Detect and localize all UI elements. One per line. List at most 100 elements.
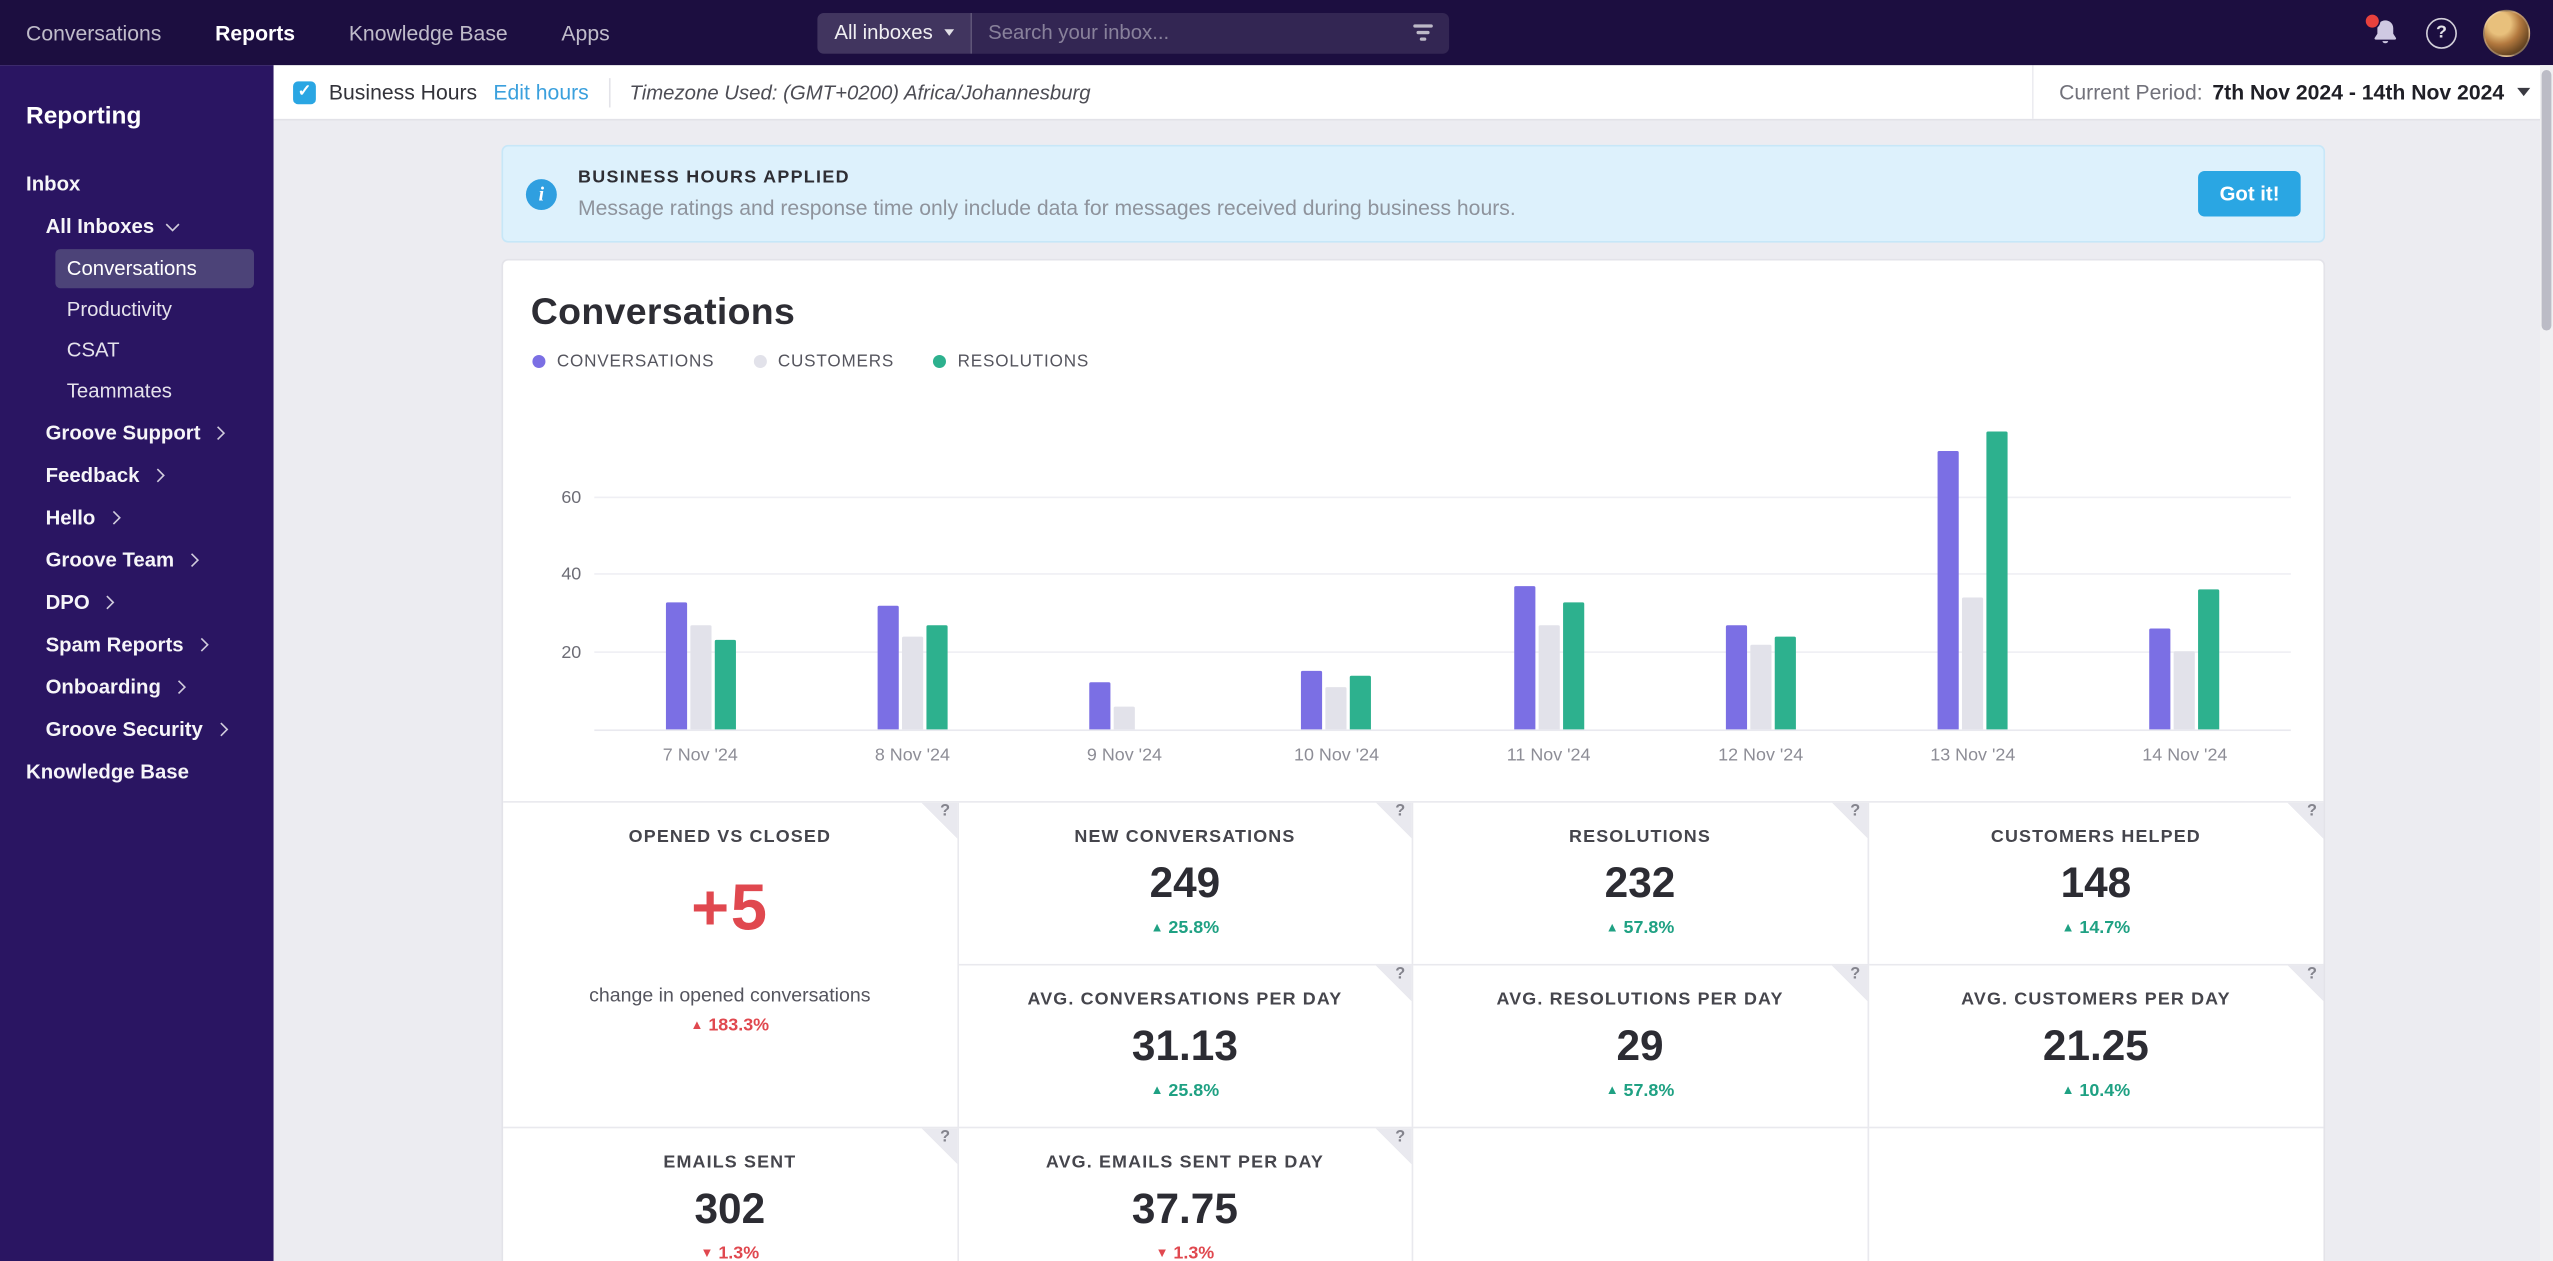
gridline: [594, 496, 2291, 498]
bar-conversations[interactable]: [2150, 628, 2171, 729]
sidebar-item-hello[interactable]: Hello: [46, 497, 258, 539]
stat-label: OPENED VS CLOSED: [503, 827, 956, 847]
stat-delta: ▲183.3%: [503, 1016, 956, 1036]
bar-resolutions[interactable]: [1350, 676, 1371, 730]
inbox-selector-dropdown[interactable]: All inboxes: [818, 12, 972, 53]
notifications-bell-icon[interactable]: [2371, 18, 2400, 47]
bar-resolutions[interactable]: [1562, 602, 1583, 729]
sidebar-item-groove-support[interactable]: Groove Support: [46, 412, 258, 454]
sidebar-item-productivity[interactable]: Productivity: [55, 290, 254, 329]
help-corner-icon[interactable]: [1831, 966, 1867, 1002]
stat-delta: ▲57.8%: [1413, 1081, 1866, 1101]
bar-group: [1089, 682, 1159, 729]
bar-conversations[interactable]: [1514, 586, 1535, 729]
bar-conversations[interactable]: [1726, 625, 1747, 729]
bar-conversations[interactable]: [1089, 682, 1110, 729]
business-hours-checkbox[interactable]: [293, 81, 316, 104]
got-it-button[interactable]: Got it!: [2198, 171, 2300, 217]
bar-resolutions[interactable]: [714, 640, 735, 730]
help-corner-icon[interactable]: [921, 1128, 957, 1164]
help-corner-icon[interactable]: [2288, 803, 2324, 839]
scrollbar-thumb[interactable]: [2542, 70, 2552, 331]
banner-text: BUSINESS HOURS APPLIED Message ratings a…: [578, 168, 2198, 220]
filter-icon[interactable]: [1414, 25, 1434, 40]
bar-conversations[interactable]: [877, 606, 898, 730]
bar-customers[interactable]: [2174, 651, 2195, 729]
chart-plot: 204060: [594, 420, 2291, 731]
search-input[interactable]: [972, 21, 1414, 44]
sidebar-item-csat[interactable]: CSAT: [55, 331, 254, 370]
current-period-selector[interactable]: Current Period: 7th Nov 2024 - 14th Nov …: [2031, 65, 2553, 119]
sidebar-item-groove-team[interactable]: Groove Team: [46, 539, 258, 581]
bar-resolutions[interactable]: [1775, 637, 1796, 730]
x-axis-label: 10 Nov '24: [1231, 746, 1443, 766]
bar-customers[interactable]: [902, 637, 923, 730]
sidebar-item-dpo[interactable]: DPO: [46, 581, 258, 623]
nav-item-apps[interactable]: Apps: [561, 20, 609, 44]
help-corner-icon[interactable]: [1376, 966, 1412, 1002]
edit-hours-link[interactable]: Edit hours: [493, 80, 588, 104]
stat-delta: ▲25.8%: [958, 1081, 1411, 1101]
help-icon[interactable]: [2426, 17, 2457, 48]
chevron-down-icon: [165, 217, 179, 231]
chevron-right-icon: [101, 595, 115, 609]
sidebar-item-spam-reports[interactable]: Spam Reports: [46, 624, 258, 666]
x-axis-label: 7 Nov '24: [594, 746, 806, 766]
bar-customers[interactable]: [1326, 687, 1347, 729]
legend-dot-customers: [753, 355, 766, 368]
trend-arrow-icon: ▲: [2062, 1083, 2075, 1098]
user-avatar[interactable]: [2483, 9, 2530, 56]
bar-conversations[interactable]: [1938, 451, 1959, 729]
chart-x-labels: 7 Nov '248 Nov '249 Nov '2410 Nov '2411 …: [594, 746, 2291, 766]
help-corner-icon[interactable]: [1831, 803, 1867, 839]
legend-item-resolutions[interactable]: RESOLUTIONS: [933, 352, 1089, 372]
bar-customers[interactable]: [1538, 625, 1559, 729]
sidebar-item-onboarding[interactable]: Onboarding: [46, 666, 258, 708]
inbox-search-bar: All inboxes: [818, 12, 1450, 53]
sidebar-item-feedback[interactable]: Feedback: [46, 454, 258, 496]
bar-conversations[interactable]: [665, 602, 686, 729]
divider: [608, 77, 610, 106]
trend-arrow-icon: ▲: [1151, 1083, 1164, 1098]
sidebar-item-inbox[interactable]: Inbox: [26, 163, 257, 205]
bar-customers[interactable]: [1962, 598, 1983, 730]
bar-resolutions[interactable]: [926, 625, 947, 729]
timezone-text: Timezone Used: (GMT+0200) Africa/Johanne…: [629, 81, 1090, 104]
legend-item-customers[interactable]: CUSTOMERS: [753, 352, 894, 372]
bar-resolutions[interactable]: [2199, 589, 2220, 729]
stat-delta: ▲25.8%: [958, 918, 1411, 938]
legend-dot-conversations: [532, 355, 545, 368]
help-corner-icon[interactable]: [2288, 966, 2324, 1002]
stat-subtitle: change in opened conversations: [503, 983, 956, 1006]
bar-conversations[interactable]: [1302, 671, 1323, 730]
help-corner-icon[interactable]: [921, 803, 957, 839]
bar-customers[interactable]: [1114, 707, 1135, 730]
stat-tile-emails-sent: EMAILS SENT 302 ▼1.3%: [503, 1128, 958, 1261]
notification-badge: [2364, 13, 2380, 29]
stat-delta: ▼1.3%: [958, 1244, 1411, 1261]
sidebar-item-groove-security[interactable]: Groove Security: [46, 708, 258, 750]
sidebar-item-teammates[interactable]: Teammates: [55, 371, 254, 410]
sidebar-item-all-inboxes[interactable]: All Inboxes: [46, 205, 258, 247]
x-axis-label: 12 Nov '24: [1655, 746, 1867, 766]
stat-value: +5: [503, 873, 956, 946]
x-axis-label: 13 Nov '24: [1867, 746, 2079, 766]
stat-label: AVG. CONVERSATIONS PER DAY: [958, 990, 1411, 1010]
nav-item-reports[interactable]: Reports: [215, 20, 295, 44]
bar-customers[interactable]: [1750, 645, 1771, 730]
sidebar-item-conversations[interactable]: Conversations: [55, 249, 254, 288]
sidebar-item-knowledge-base[interactable]: Knowledge Base: [26, 751, 257, 793]
legend-item-conversations[interactable]: CONVERSATIONS: [532, 352, 714, 372]
bar-customers[interactable]: [690, 625, 711, 729]
nav-item-conversations[interactable]: Conversations: [26, 20, 161, 44]
trend-arrow-icon: ▼: [1156, 1246, 1169, 1261]
stat-tile-empty: [1413, 1128, 1868, 1261]
nav-item-knowledge-base[interactable]: Knowledge Base: [349, 20, 508, 44]
stat-value: 37.75: [958, 1184, 1411, 1234]
bar-resolutions[interactable]: [1987, 431, 2008, 729]
x-axis-label: 8 Nov '24: [806, 746, 1018, 766]
help-corner-icon[interactable]: [1376, 1128, 1412, 1164]
trend-arrow-icon: ▲: [691, 1018, 704, 1033]
chevron-right-icon: [185, 552, 199, 566]
help-corner-icon[interactable]: [1376, 803, 1412, 839]
